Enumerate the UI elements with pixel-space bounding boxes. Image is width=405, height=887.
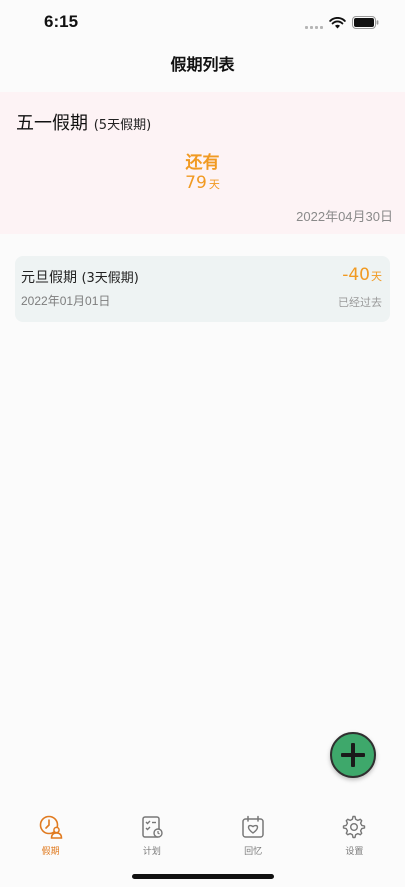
holiday-days-count: -40 (342, 265, 370, 285)
holiday-clock-person-icon (39, 815, 62, 839)
holiday-countdown: -40天 (342, 265, 382, 285)
plan-checklist-icon (142, 816, 163, 838)
memory-calendar-heart-icon (242, 815, 264, 838)
status-time: 6:15 (44, 12, 79, 31)
wifi-icon (329, 16, 346, 29)
signal-icon (305, 17, 323, 29)
holiday-name: 元旦假期 (21, 270, 77, 286)
screen: 6:15 假期列表 五一假期 (5天假期) 还有 79 天 2022年04月30… (0, 0, 405, 887)
tab-plan-label: 计划 (142, 847, 161, 857)
featured-holiday-title: 五一假期 (5天假期) (16, 109, 151, 135)
featured-days-count: 79 (185, 173, 207, 193)
holiday-status: 已经过去 (338, 296, 382, 309)
tab-holidays[interactable]: 假期 (0, 806, 101, 866)
tab-bar: 假期 计划 回忆 设置 (0, 806, 405, 866)
holiday-days-unit: 天 (371, 270, 382, 283)
tab-holidays-label: 假期 (41, 847, 60, 857)
featured-holiday-card[interactable]: 五一假期 (5天假期) 还有 79 天 2022年04月30日 (0, 92, 405, 234)
status-icons (305, 16, 379, 29)
status-bar: 6:15 (0, 0, 405, 46)
page-title: 假期列表 (170, 55, 235, 74)
battery-icon (352, 16, 379, 29)
tab-memories-label: 回忆 (244, 847, 263, 857)
featured-holiday-name: 五一假期 (16, 113, 88, 134)
tab-plan[interactable]: 计划 (101, 806, 202, 866)
featured-holiday-duration: (5天假期) (93, 118, 152, 133)
settings-gear-icon (343, 815, 366, 839)
holiday-duration: (3天假期) (81, 271, 139, 286)
holiday-list: 元旦假期 (3天假期) 2022年01月01日 -40天 已经过去 (15, 256, 390, 322)
tab-settings-label: 设置 (345, 847, 364, 857)
nav-bar: 假期列表 (0, 46, 405, 90)
home-indicator (132, 874, 274, 879)
featured-holiday-date: 2022年04月30日 (296, 209, 393, 224)
tab-memories[interactable]: 回忆 (203, 806, 304, 866)
holiday-date: 2022年01月01日 (21, 294, 111, 308)
featured-days-unit: 天 (208, 178, 220, 191)
add-holiday-button[interactable] (330, 732, 376, 778)
tab-settings[interactable]: 设置 (304, 806, 405, 866)
featured-remain-label: 还有 (185, 153, 220, 173)
holiday-title: 元旦假期 (3天假期) (21, 267, 139, 287)
list-item[interactable]: 元旦假期 (3天假期) 2022年01月01日 -40天 已经过去 (15, 256, 390, 322)
plus-icon (341, 743, 365, 767)
featured-countdown: 79 天 (0, 173, 405, 193)
